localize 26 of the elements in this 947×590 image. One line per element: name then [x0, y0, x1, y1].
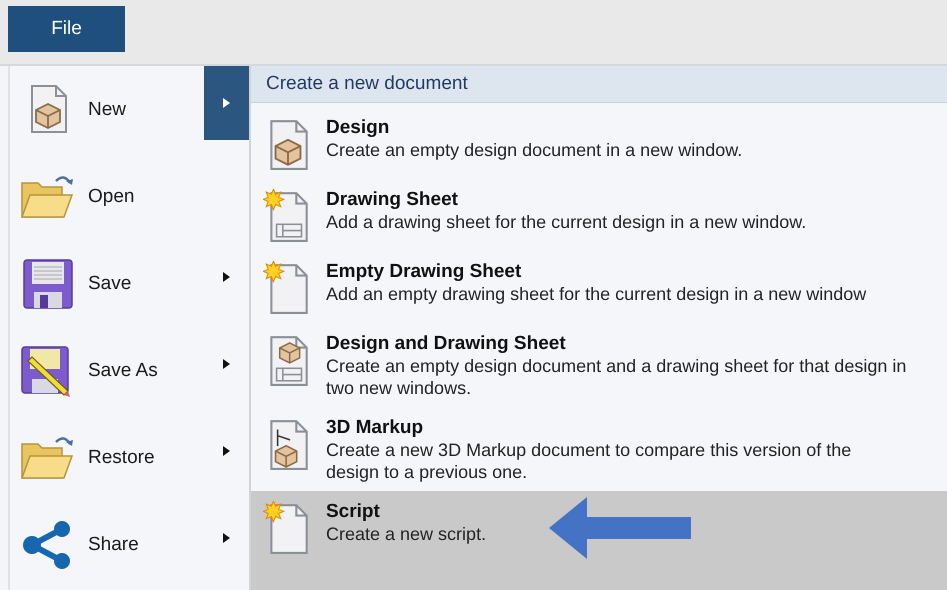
submenu-item[interactable]: Drawing Sheet Add a drawing sheet for the current design in a new window. — [251, 179, 947, 251]
file-tab[interactable]: File — [8, 6, 125, 52]
item-description: Create an empty design document in a new window. — [326, 139, 742, 161]
item-title: 3D Markup — [326, 417, 424, 439]
item-title: Empty Drawing Sheet — [326, 261, 522, 283]
menu-item[interactable]: Open — [88, 186, 204, 208]
item-description: Create a new 3D Markup document to compare this version of the design to a previous one. — [326, 439, 852, 483]
menu-item[interactable]: Restore — [88, 446, 204, 468]
submenu-item[interactable]: Empty Drawing Sheet Add an empty drawing sheet for the current design in a new window — [251, 251, 947, 323]
item-title: Design — [326, 117, 390, 139]
menu-item[interactable]: Save — [88, 272, 204, 294]
item-title: Drawing Sheet — [326, 189, 459, 211]
item-description: Create an empty design document and a drawing sheet for that design in two new windows. — [326, 355, 908, 399]
submenu-item[interactable]: Design and Drawing Sheet Create an empty design document and a drawing sheet for that design in two new windows. — [251, 323, 947, 407]
item-description: Add an empty drawing sheet for the current design in a new window — [326, 283, 866, 305]
menu-item[interactable]: Save As — [88, 360, 204, 382]
item-title: Script — [326, 501, 381, 523]
menu-item[interactable]: New — [88, 98, 204, 120]
item-description: Create a new script. — [326, 523, 486, 545]
item-description: Add a drawing sheet for the current design in a new window. — [326, 211, 806, 233]
submenu-item[interactable]: 3D Markup Create a new 3D Markup document to compare this version of the design to a previous one. — [251, 407, 947, 491]
submenu-item[interactable]: Script Create a new script. — [251, 491, 947, 590]
item-title: Design and Drawing Sheet — [326, 333, 567, 355]
menu-item[interactable]: Share — [88, 534, 204, 556]
submenu-item[interactable]: Design Create an empty design document in a new window. — [251, 107, 947, 179]
submenu-header: Create a new document — [251, 66, 947, 103]
